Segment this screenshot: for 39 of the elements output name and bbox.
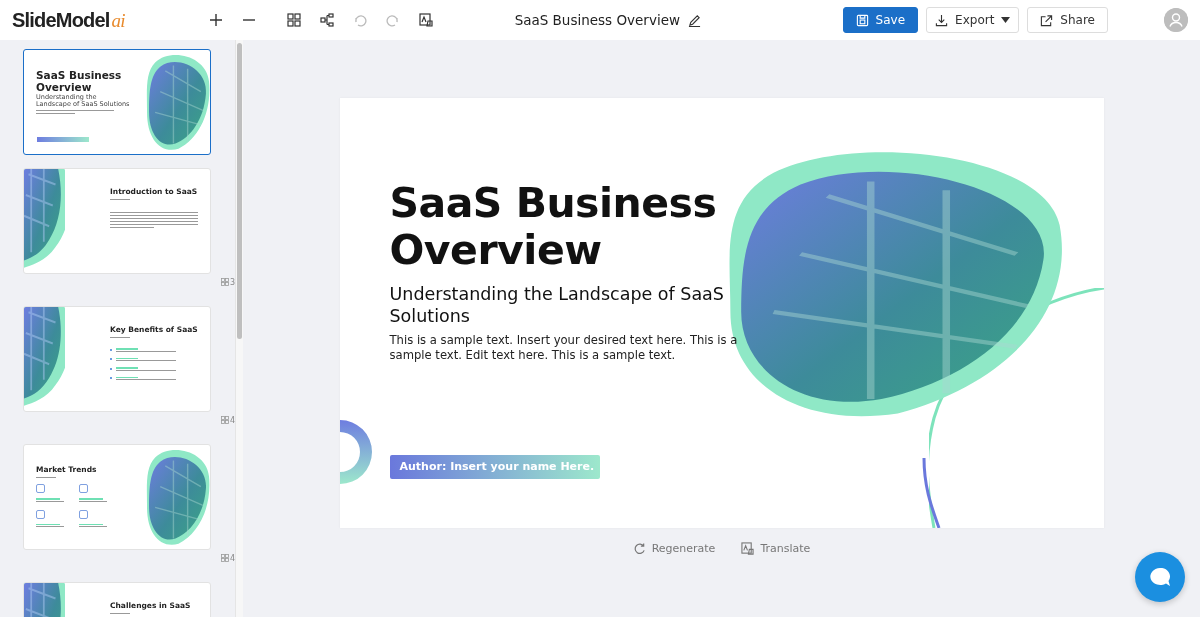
export-button[interactable]: Export: [926, 7, 1020, 33]
image-text-icon: [741, 542, 755, 555]
slide-count: 3: [229, 278, 235, 287]
save-button[interactable]: Save: [842, 7, 919, 33]
slide-title: SaaS Business Overview: [389, 180, 718, 274]
share-button[interactable]: Share: [1027, 7, 1108, 33]
grid-icon: [220, 416, 229, 424]
slide-thumbnail-title: SaaS Business Overview: [36, 69, 123, 93]
text-lines-drawing: [110, 613, 130, 614]
share-icon: [1040, 13, 1054, 27]
text-lines-drawing: [110, 337, 130, 338]
text-lines-drawing: [110, 199, 130, 200]
redo-icon: [385, 13, 400, 27]
ring-icon: [339, 420, 372, 484]
text-lines-drawing: [36, 477, 56, 478]
chat-button[interactable]: [1135, 552, 1185, 602]
plus-icon: [208, 13, 223, 27]
slide-count: 4: [229, 554, 235, 563]
chat-bubble-icon: [1150, 568, 1170, 586]
pencil-icon[interactable]: [688, 13, 701, 27]
download-icon: [935, 13, 949, 27]
grid-icon: [220, 278, 229, 286]
slide-count: 4: [229, 416, 235, 425]
undo-icon: [352, 13, 367, 27]
hierarchy-icon: [319, 13, 334, 27]
image-text-icon: [418, 13, 433, 27]
grid-icon: [220, 554, 229, 562]
logo-text: SlideModelai: [12, 8, 125, 32]
slide-body-text: This is a sample text. Insert your desired text here. This is a sample text. Edit text here. This is a sample text.: [389, 333, 739, 363]
author-bar: [37, 137, 89, 142]
grid-icon: [286, 13, 301, 27]
slide-subtitle: Understanding the Landscape of SaaS Solutions: [389, 283, 725, 327]
caret-icon: [1001, 17, 1011, 23]
regenerate-button[interactable]: Regenerate: [632, 542, 716, 555]
scrollbar-thumb[interactable]: [237, 43, 242, 339]
author-bar: Author: Insert your name Here.: [389, 455, 600, 479]
presentation-title: SaaS Business Overview: [514, 12, 680, 28]
translate-button[interactable]: Translate: [741, 542, 811, 555]
refresh-icon: [632, 542, 646, 555]
